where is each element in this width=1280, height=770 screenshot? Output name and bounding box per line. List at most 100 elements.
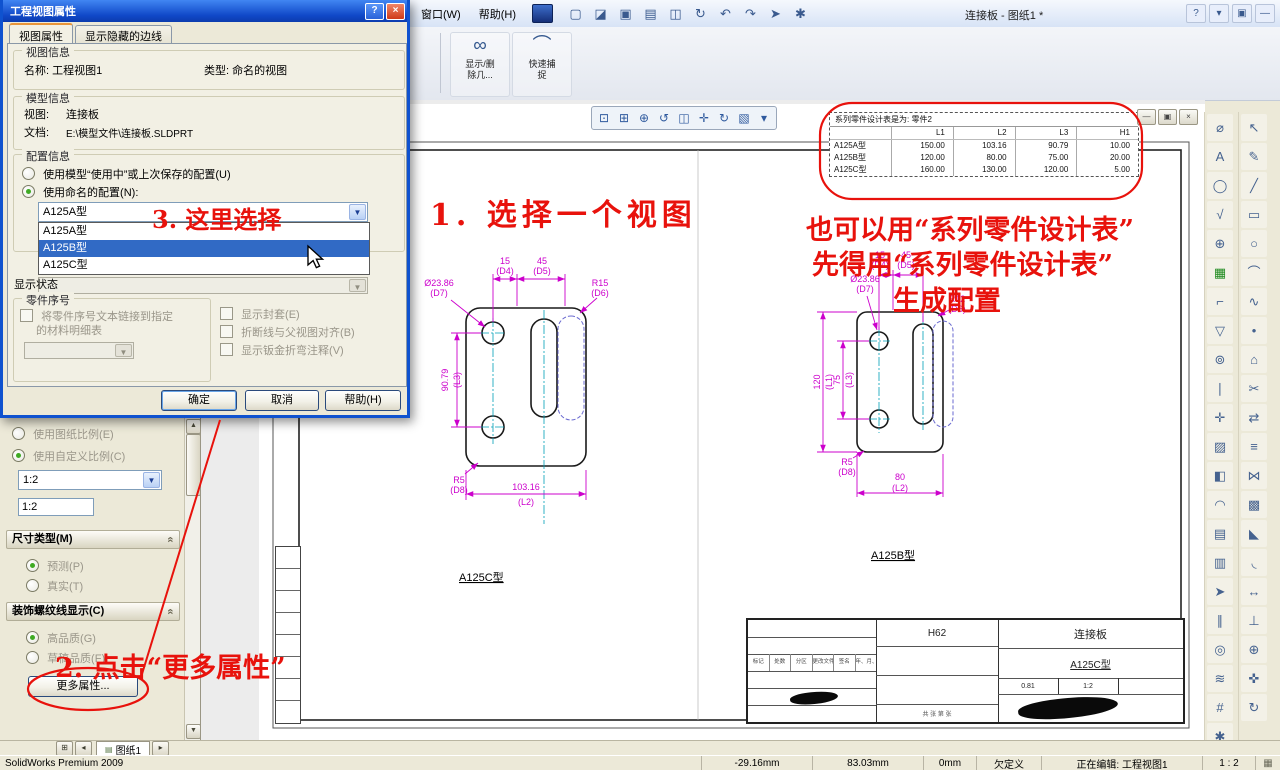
- offset-icon[interactable]: ≡: [1241, 433, 1267, 460]
- pin-icon[interactable]: ▾: [1209, 4, 1229, 23]
- section-line-icon[interactable]: ∥: [1207, 607, 1233, 634]
- dimension-icon[interactable]: ↔: [1241, 578, 1267, 605]
- quick-snaps-button[interactable]: ⌒ 快速捕 捉: [512, 32, 572, 97]
- section-view-icon[interactable]: ◫: [674, 108, 694, 128]
- open-icon[interactable]: ◪: [589, 3, 612, 24]
- doc-restore-icon[interactable]: ▣: [1158, 109, 1177, 125]
- cancel-button[interactable]: 取消: [245, 390, 319, 411]
- polygon-icon[interactable]: ⌂: [1241, 346, 1267, 373]
- projected-dim-radio[interactable]: [26, 559, 39, 572]
- option-a125b[interactable]: A125B型: [39, 240, 369, 257]
- sheet-properties-icon[interactable]: ⊞: [56, 741, 73, 756]
- balloon-icon[interactable]: ◯: [1207, 172, 1233, 199]
- line-icon[interactable]: ╱: [1241, 172, 1267, 199]
- detail-circle-icon[interactable]: ◎: [1207, 636, 1233, 663]
- scrollbar-thumb[interactable]: [186, 434, 201, 496]
- true-dim-radio[interactable]: [26, 579, 39, 592]
- new-document-icon[interactable]: ▢: [564, 3, 587, 24]
- save-icon[interactable]: ▣: [614, 3, 637, 24]
- rebuild-icon[interactable]: ↻: [689, 3, 712, 24]
- point-icon[interactable]: •: [1241, 317, 1267, 344]
- convert-entities-icon[interactable]: ⇄: [1241, 404, 1267, 431]
- sheet-metal-notes-checkbox[interactable]: [220, 343, 233, 356]
- smart-dimension-icon[interactable]: ⌀: [1207, 114, 1233, 141]
- display-delete-relations-button[interactable]: ∞ 显示/删 除几...: [450, 32, 510, 97]
- grid-icon[interactable]: ▦: [1255, 756, 1280, 770]
- hole-callout-icon[interactable]: ⊚: [1207, 346, 1233, 373]
- pan-icon[interactable]: ✛: [694, 108, 714, 128]
- use-sheet-scale-radio[interactable]: [12, 427, 25, 440]
- restore-window-icon[interactable]: ▣: [1232, 4, 1252, 23]
- scroll-sheets-right-icon[interactable]: ▸: [152, 741, 170, 756]
- scroll-down-icon[interactable]: ▼: [186, 724, 201, 739]
- print-preview-icon[interactable]: ◫: [664, 3, 687, 24]
- design-table-icon[interactable]: ▦: [1207, 259, 1233, 286]
- menu-help[interactable]: 帮助(H): [470, 2, 525, 26]
- ok-button[interactable]: 确定: [161, 390, 237, 411]
- view-arrow-icon[interactable]: ➤: [1207, 578, 1233, 605]
- minimize-window-icon[interactable]: —: [1255, 4, 1275, 23]
- crop-view-icon[interactable]: #: [1207, 694, 1233, 721]
- centerline-icon[interactable]: ∣: [1207, 375, 1233, 402]
- menu-window[interactable]: 窗口(W): [412, 2, 470, 26]
- spline-icon[interactable]: ∿: [1241, 288, 1267, 315]
- select-arrow-icon[interactable]: ➤: [764, 3, 787, 24]
- weld-symbol-icon[interactable]: ⌐: [1207, 288, 1233, 315]
- use-model-config-radio[interactable]: [22, 167, 35, 180]
- display-style-icon[interactable]: ▧: [734, 108, 754, 128]
- scroll-sheets-left-icon[interactable]: ◂: [75, 741, 92, 756]
- rectangle-icon[interactable]: ▭: [1241, 201, 1267, 228]
- chevron-down-icon[interactable]: ▼: [349, 204, 366, 220]
- undo-icon[interactable]: ↶: [714, 3, 737, 24]
- fillet-icon[interactable]: ◟: [1241, 549, 1267, 576]
- chamfer-icon[interactable]: ◣: [1241, 520, 1267, 547]
- datum-feature-icon[interactable]: ▽: [1207, 317, 1233, 344]
- use-custom-scale-radio[interactable]: [12, 449, 25, 462]
- scale-combo[interactable]: 1:2 ▼: [18, 470, 162, 490]
- help-icon[interactable]: ?: [1186, 4, 1206, 23]
- trim-icon[interactable]: ✂: [1241, 375, 1267, 402]
- scroll-up-icon[interactable]: ▲: [186, 419, 201, 434]
- panel-scrollbar[interactable]: ▲ ▼: [184, 418, 201, 740]
- zoom-icon[interactable]: ⊕: [1241, 636, 1267, 663]
- draft-quality-radio[interactable]: [26, 651, 39, 664]
- note-icon[interactable]: A: [1207, 143, 1233, 170]
- use-named-config-radio[interactable]: [22, 185, 35, 198]
- tab-sheet1[interactable]: ▤ 图纸1: [96, 741, 151, 757]
- add-relation-icon[interactable]: ⊥: [1241, 607, 1267, 634]
- doc-minimize-icon[interactable]: —: [1137, 109, 1156, 125]
- previous-view-icon[interactable]: ↺: [654, 108, 674, 128]
- area-hatch-icon[interactable]: ▨: [1207, 433, 1233, 460]
- bom-table-combo[interactable]: ▼: [24, 342, 134, 359]
- close-icon[interactable]: ×: [386, 2, 405, 20]
- center-mark-icon[interactable]: ✛: [1207, 404, 1233, 431]
- surface-finish-icon[interactable]: √: [1207, 201, 1233, 228]
- custom-scale-input[interactable]: [18, 498, 94, 516]
- design-table[interactable]: 系列零件设计表是为: 零件2 L1 L2 L3 H1 A125A型 150.00…: [829, 112, 1139, 177]
- zoom-in-out-icon[interactable]: ⊕: [634, 108, 654, 128]
- dialog-titlebar[interactable]: 工程视图属性 ? ×: [3, 0, 407, 22]
- high-quality-radio[interactable]: [26, 631, 39, 644]
- zoom-area-icon[interactable]: ⊞: [614, 108, 634, 128]
- break-align-checkbox[interactable]: [220, 325, 233, 338]
- mirror-icon[interactable]: ⋈: [1241, 462, 1267, 489]
- block-icon[interactable]: ◧: [1207, 462, 1233, 489]
- geometric-tolerance-icon[interactable]: ⊕: [1207, 230, 1233, 257]
- circle-icon[interactable]: ○: [1241, 230, 1267, 257]
- rotate-icon[interactable]: ↻: [1241, 694, 1267, 721]
- break-line-icon[interactable]: ≋: [1207, 665, 1233, 692]
- rotate-view-icon[interactable]: ↻: [714, 108, 734, 128]
- collapse-chevron-icon[interactable]: »: [162, 536, 179, 542]
- show-envelope-checkbox[interactable]: [220, 307, 233, 320]
- dimension-type-header[interactable]: 尺寸类型(M) »: [6, 530, 180, 549]
- revision-symbol-icon[interactable]: ◠: [1207, 491, 1233, 518]
- zoom-fit-icon[interactable]: ⊡: [594, 108, 614, 128]
- help-button[interactable]: 帮助(H): [325, 390, 401, 411]
- options-icon[interactable]: ✱: [789, 3, 812, 24]
- sketch-icon[interactable]: ✎: [1241, 143, 1267, 170]
- dialog-help-icon[interactable]: ?: [365, 2, 384, 20]
- link-balloon-checkbox[interactable]: [20, 309, 33, 322]
- option-a125c[interactable]: A125C型: [39, 257, 369, 274]
- pattern-icon[interactable]: ▩: [1241, 491, 1267, 518]
- doc-close-icon[interactable]: ×: [1179, 109, 1198, 125]
